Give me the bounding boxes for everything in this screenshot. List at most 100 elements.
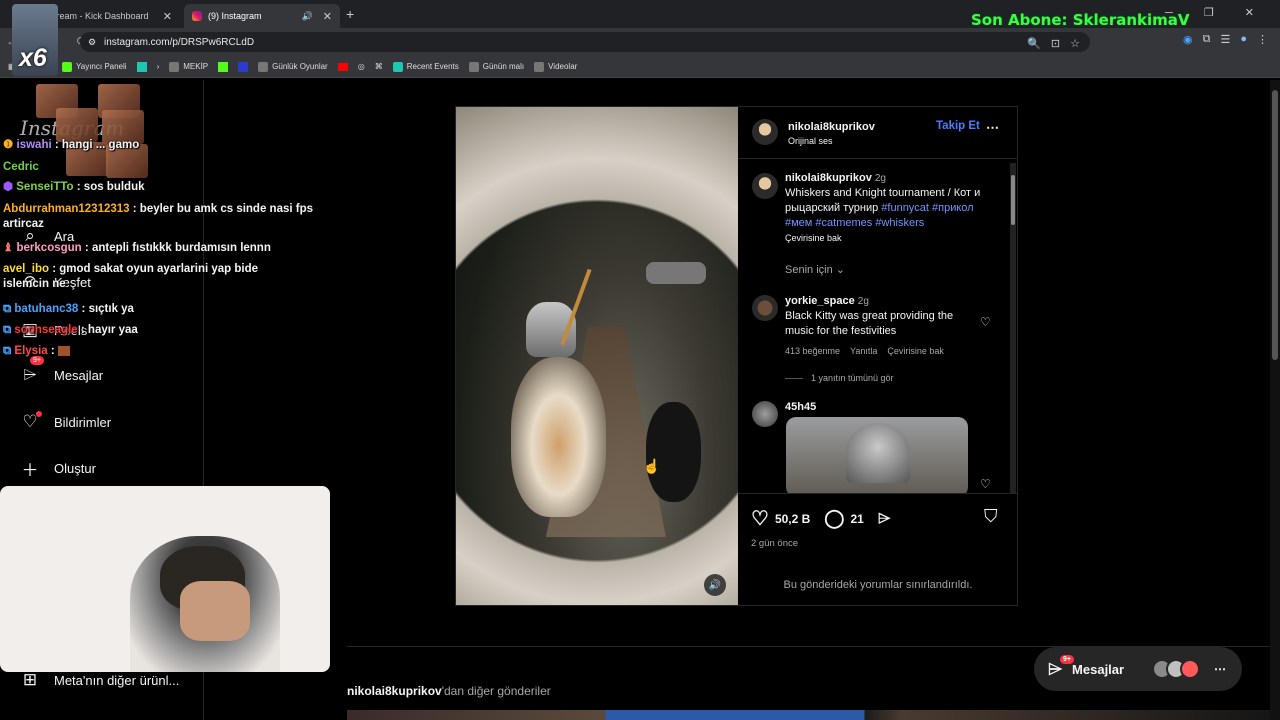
caption: nikolai8kuprikov 2g Whiskers and Knight … [785, 171, 1001, 245]
reading-list-icon[interactable]: ☰ [1220, 33, 1230, 46]
hands-image [180, 581, 250, 641]
address-bar-row: ← → ⟳ ⚙ instagram.com/p/DRSPw6RCLdD 🔍 ⊡ … [0, 28, 1280, 56]
like-comment-icon[interactable]: ♡ [980, 477, 991, 491]
sidebar-item-meta[interactable]: ⊞ Meta'nın diğer ürünl... [20, 670, 179, 690]
author-name[interactable]: nikolai8kuprikov [788, 121, 875, 133]
grid-icon: ⊞ [22, 670, 38, 689]
like-group: ♡ 50,2 B ◯ 21 ⌲ [751, 506, 890, 531]
install-icon[interactable]: ⊡ [1051, 37, 1060, 50]
new-tab-icon[interactable]: + [346, 6, 354, 22]
heart-icon: ♡ [20, 411, 42, 432]
unread-badge: 9+ [1060, 655, 1074, 664]
url-field[interactable]: ⚙ instagram.com/p/DRSPw6RCLdD 🔍 ⊡ ☆ [80, 32, 1090, 52]
volume-icon[interactable]: 🔊 [704, 574, 726, 596]
translate-link[interactable]: Çevirisine bak [887, 345, 944, 357]
comment-icon[interactable]: ◯ [824, 508, 844, 529]
more-posts-thumbnails[interactable] [347, 710, 1271, 720]
bookmark-mekip[interactable]: MEKİP [169, 61, 208, 72]
chat-message: ♝ berkcosgun : antepli fıstıkkk burdamıs… [3, 242, 271, 254]
reply-link[interactable]: Yanıtla [850, 345, 877, 357]
bookmark-gunun-mali[interactable]: Günün malı [468, 61, 524, 72]
like-comment-icon[interactable]: ♡ [980, 315, 991, 329]
tab-instagram[interactable]: (9) Instagram 🔊 ✕ [184, 4, 340, 28]
kick-icon[interactable] [218, 61, 229, 72]
translate-link[interactable]: Çevirisine bak [785, 232, 1001, 244]
post-modal: 🔊 nikolai8kuprikov Orijinal ses Takip Et… [455, 106, 1018, 606]
profile-icon[interactable]: ● [1240, 33, 1247, 46]
comment-likes[interactable]: 413 beğenme [785, 345, 840, 357]
messages-label: Mesajlar [1072, 661, 1125, 677]
bookmark-yayinci-paneli[interactable]: Yayıncı Paneli [62, 61, 127, 72]
chat-badge-icon: ❶ [3, 139, 17, 151]
like-count[interactable]: 50,2 B [775, 512, 810, 526]
comment-text: Black Kitty was great providing the musi… [785, 309, 954, 337]
folder-icon [468, 61, 479, 72]
chat-message: ⧉ Elysia : [3, 344, 70, 359]
scroll-thumb[interactable] [1011, 175, 1015, 225]
chat-message: Abdurrahman12312313 : beyler bu amk cs s… [3, 203, 314, 230]
sidebar-item-notifications[interactable]: ♡ Bildirimler [20, 411, 111, 432]
messages-floating-button[interactable]: ⌲ 9+ Mesajlar ⋯ [1034, 647, 1242, 691]
bookmark-star-icon[interactable]: ☆ [1070, 37, 1080, 50]
audio-label[interactable]: Orijinal ses [788, 136, 875, 146]
globe-icon[interactable]: ◎ [358, 62, 365, 71]
site-icon[interactable] [136, 61, 147, 72]
avatar [1180, 659, 1200, 679]
webcam-feed [0, 486, 330, 672]
save-bookmark-icon[interactable]: ⛉ [984, 506, 998, 527]
multiplier-badge: x6 [19, 44, 47, 72]
page-scrollbar[interactable] [1270, 80, 1280, 720]
doorbell-frame [456, 107, 738, 605]
zoom-icon[interactable]: 🔍 [1027, 37, 1041, 50]
puzzle-icon[interactable]: ⧉ [1203, 33, 1211, 46]
comments-scrollbar[interactable] [1010, 163, 1016, 493]
post-video[interactable]: 🔊 [456, 107, 738, 605]
instagram-icon [192, 11, 202, 21]
terminal-icon[interactable]: › [157, 62, 160, 71]
avatar[interactable] [752, 401, 778, 427]
sidebar-item-messages[interactable]: ⌲ 9+ Mesajlar [20, 356, 103, 385]
follow-button[interactable]: Takip Et [936, 120, 980, 132]
chat-message: avel_ibo : gmod sakat oyun ayarlarini ya… [3, 263, 259, 290]
avatar[interactable] [752, 173, 778, 199]
tab-kick-dashboard[interactable]: Stream - Kick Dashboard ✕ [40, 4, 180, 28]
caption-author[interactable]: nikolai8kuprikov [785, 172, 872, 184]
comment-meta: 413 beğenme Yanıtla Çevirisine bak [785, 345, 975, 357]
helmet-image [846, 423, 910, 483]
comment-image[interactable] [786, 417, 968, 493]
mouse-cursor: ☝ [643, 458, 661, 474]
comment-author[interactable]: 45h45 [785, 401, 816, 413]
bookmark-recent-events[interactable]: Recent Events [392, 61, 459, 72]
site-info-icon[interactable]: ⚙ [88, 37, 96, 48]
close-icon[interactable]: ✕ [323, 10, 332, 23]
like-heart-icon[interactable]: ♡ [751, 506, 769, 531]
avatar[interactable] [752, 119, 778, 145]
avatar[interactable] [752, 295, 778, 321]
comment-time: 2g [857, 296, 869, 307]
comment-author[interactable]: yorkie_space [785, 295, 855, 307]
plus-icon: ＋ [21, 460, 39, 480]
post-header: nikolai8kuprikov Orijinal ses Takip Et ⋯ [738, 107, 1018, 159]
scroll-thumb[interactable] [1272, 90, 1278, 360]
gamepad-icon[interactable]: ⌘ [375, 62, 383, 71]
url-text: instagram.com/p/DRSPw6RCLdD [104, 36, 255, 48]
folder-icon [169, 61, 180, 72]
youtube-icon[interactable] [337, 62, 348, 71]
menu-icon[interactable]: ⋮ [1257, 33, 1268, 46]
site-icon[interactable] [238, 61, 249, 72]
chat-message: Cedric [3, 161, 39, 173]
comments-list[interactable]: nikolai8kuprikov 2g Whiskers and Knight … [738, 161, 1018, 493]
view-replies-link[interactable]: 1 yanıtın tümünü gör [785, 373, 894, 383]
share-icon[interactable]: ⌲ [878, 510, 890, 528]
bookmark-gunluk-oyunlar[interactable]: Günlük Oyunlar [258, 61, 328, 72]
chat-badge-icon: ⧉ [3, 324, 15, 336]
more-options-icon[interactable]: ⋯ [986, 120, 999, 136]
extension-icons: ◉ ⧉ ☰ ● ⋮ [1183, 33, 1268, 46]
extension-icon[interactable]: ◉ [1183, 33, 1193, 46]
close-icon[interactable]: ✕ [163, 10, 172, 23]
bookmark-videolar[interactable]: Videolar [534, 61, 577, 72]
sidebar-item-create[interactable]: ＋ Oluştur [20, 458, 96, 480]
comments-restricted-note: Bu gönderideki yorumlar sınırlandırıldı. [783, 579, 973, 591]
speaker-icon[interactable]: 🔊 [302, 11, 313, 22]
sort-dropdown[interactable]: Senin için ⌄ [785, 263, 845, 276]
